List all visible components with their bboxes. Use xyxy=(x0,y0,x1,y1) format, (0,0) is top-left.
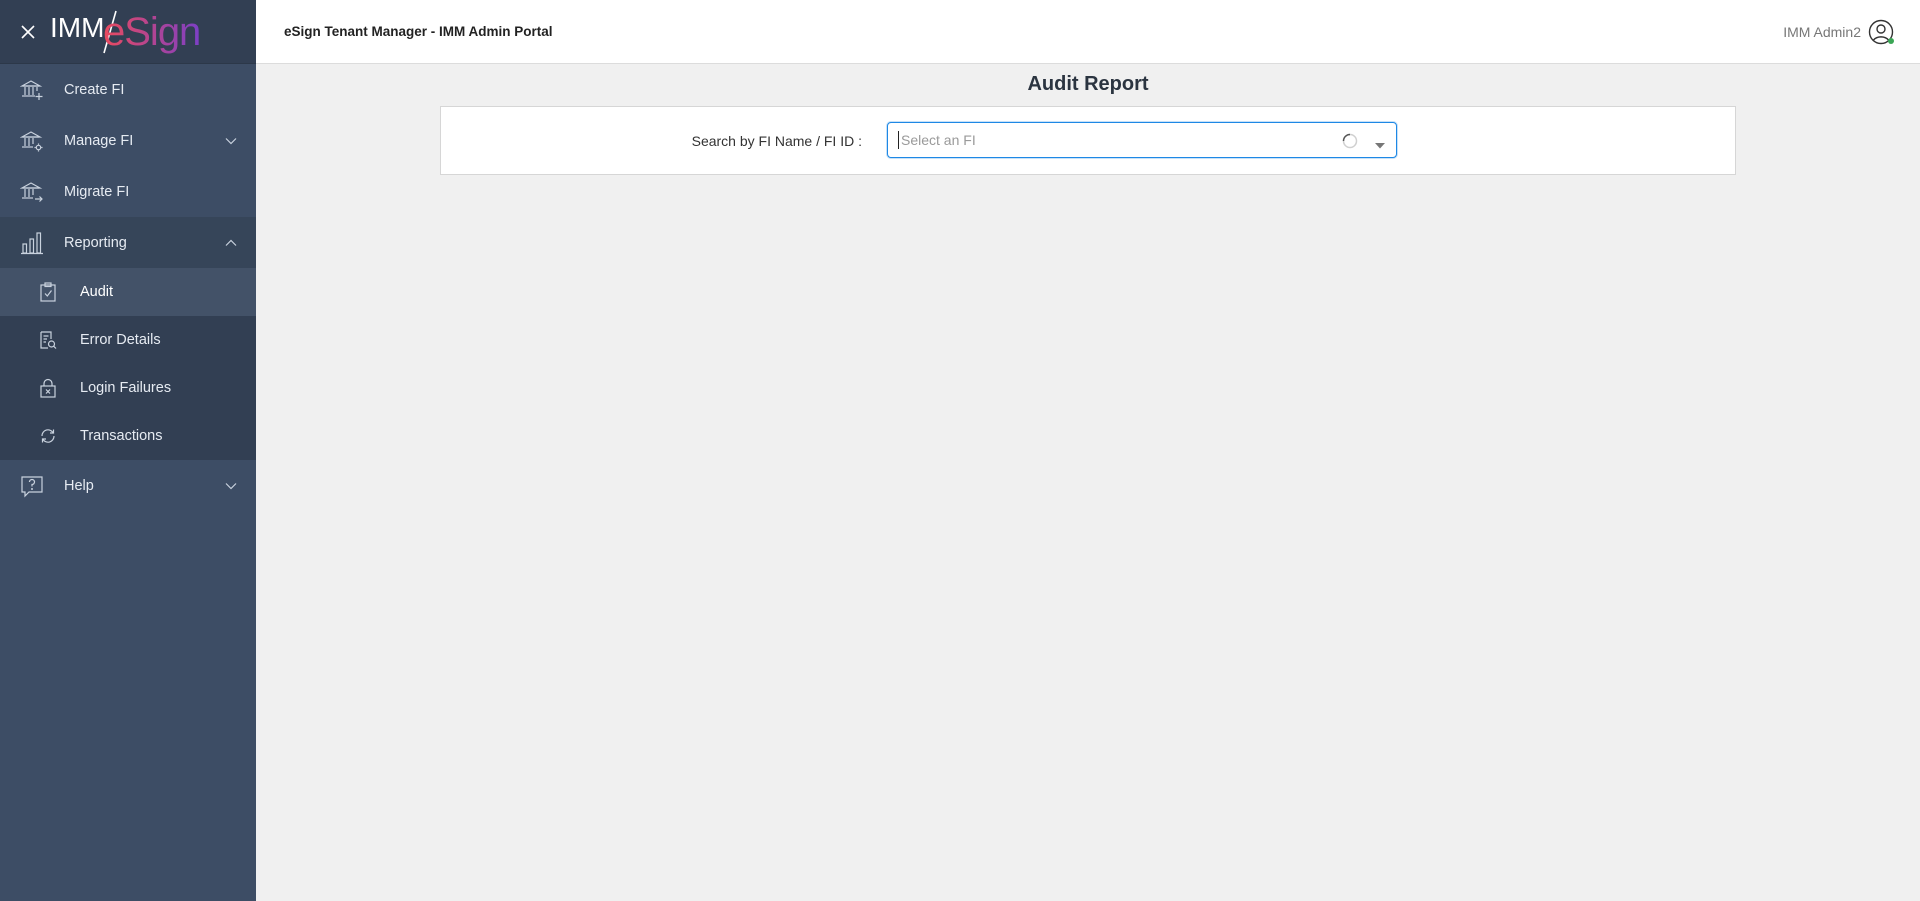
svg-text:IMM: IMM xyxy=(50,12,104,43)
sidebar-item-label: Migrate FI xyxy=(64,183,130,200)
dropdown-caret-icon[interactable] xyxy=(1374,137,1386,149)
bar-chart-icon xyxy=(20,231,44,255)
sidebar-item-create-fi[interactable]: Create FI xyxy=(0,64,256,115)
fi-search-input[interactable] xyxy=(898,131,1318,149)
bank-gear-icon xyxy=(20,129,44,153)
sidebar-item-audit[interactable]: Audit xyxy=(0,268,256,316)
chevron-down-icon[interactable] xyxy=(224,479,238,493)
lock-x-icon xyxy=(38,378,58,398)
loading-spinner-icon xyxy=(1342,133,1358,149)
cycle-arrows-icon xyxy=(38,426,58,446)
chevron-up-icon[interactable] xyxy=(224,236,238,250)
user-name: IMM Admin2 xyxy=(1783,24,1861,40)
user-avatar-icon[interactable] xyxy=(1868,19,1894,45)
top-bar: eSign Tenant Manager - IMM Admin Portal … xyxy=(256,0,1920,64)
sidebar-item-label: Help xyxy=(64,478,94,494)
user-menu[interactable]: IMM Admin2 xyxy=(1783,19,1894,45)
portal-title: eSign Tenant Manager - IMM Admin Portal xyxy=(284,24,553,39)
sidebar-item-help[interactable]: Help xyxy=(0,460,256,512)
sidebar-item-manage-fi[interactable]: Manage FI xyxy=(0,115,256,166)
chevron-down-icon[interactable] xyxy=(224,134,238,148)
sidebar: IMM eSign Create FI Manage FI Migrate FI… xyxy=(0,0,256,901)
svg-text:eSign: eSign xyxy=(103,10,200,54)
sidebar-item-migrate-fi[interactable]: Migrate FI xyxy=(0,166,256,217)
clipboard-check-icon xyxy=(38,282,58,302)
reporting-submenu: Audit Error Details Login Failures Trans… xyxy=(0,268,256,460)
sidebar-item-label: Error Details xyxy=(80,332,161,348)
sidebar-item-label: Reporting xyxy=(64,234,127,251)
help-bubble-icon xyxy=(20,474,44,498)
sidebar-item-reporting[interactable]: Reporting xyxy=(0,217,256,268)
online-status-dot xyxy=(1888,38,1894,44)
sidebar-item-label: Manage FI xyxy=(64,132,134,149)
search-label: Search by FI Name / FI ID : xyxy=(691,133,862,149)
close-icon[interactable] xyxy=(18,22,38,42)
bank-plus-icon xyxy=(20,78,44,102)
sidebar-item-label: Login Failures xyxy=(80,380,172,396)
sidebar-header: IMM eSign xyxy=(0,0,256,64)
doc-search-icon xyxy=(38,330,58,350)
sidebar-item-label: Create FI xyxy=(64,81,125,98)
sidebar-item-error-details[interactable]: Error Details xyxy=(0,316,256,364)
fi-select[interactable] xyxy=(887,122,1397,158)
page-title: Audit Report xyxy=(1027,73,1149,95)
sidebar-item-label: Audit xyxy=(80,284,114,300)
bank-arrow-icon xyxy=(20,180,44,204)
sidebar-item-transactions[interactable]: Transactions xyxy=(0,412,256,460)
sidebar-item-login-failures[interactable]: Login Failures xyxy=(0,364,256,412)
search-card: Search by FI Name / FI ID : xyxy=(440,106,1736,175)
sidebar-item-label: Transactions xyxy=(80,428,163,444)
imm-esign-logo: IMM eSign xyxy=(50,0,210,64)
